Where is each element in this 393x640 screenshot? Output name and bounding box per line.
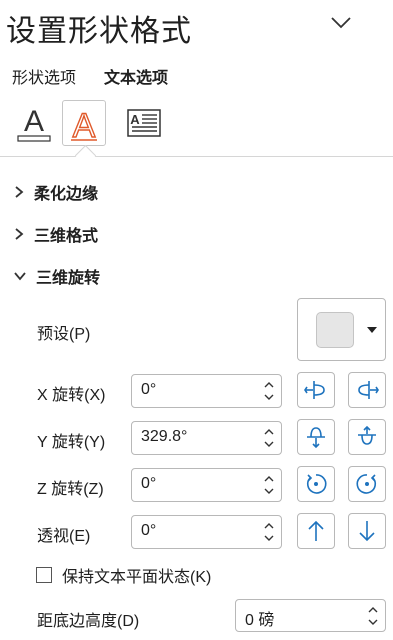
tab-divider <box>0 156 393 157</box>
x-rotation-label: X 旋转(X) <box>37 387 106 404</box>
spin-arrows-icon[interactable] <box>263 426 275 450</box>
dropdown-arrow-icon <box>367 327 377 333</box>
rotate-counterclockwise-icon <box>306 474 327 494</box>
perspective-increase-button[interactable] <box>297 513 335 549</box>
section-soft-edges[interactable]: 柔化边缘 <box>14 178 98 206</box>
section-3d-format[interactable]: 三维格式 <box>14 220 98 248</box>
rotate-clockwise-icon <box>356 474 377 494</box>
tab-text-options[interactable]: 文本选项 <box>104 64 168 88</box>
rotate-right-x-icon <box>358 381 379 399</box>
arrow-down-icon <box>359 521 375 542</box>
perspective-spinner[interactable]: 0° <box>131 515 282 549</box>
preset-swatch <box>316 312 354 348</box>
text-option-icon-tabs: A A A <box>12 100 182 150</box>
checkbox-box[interactable] <box>36 567 52 583</box>
keep-text-flat-checkbox[interactable]: 保持文本平面状态(K) <box>36 563 211 587</box>
rotate-down-y-icon <box>358 425 376 445</box>
preset-dropdown[interactable] <box>297 298 386 361</box>
x-rotation-value[interactable]: 0° <box>141 381 156 399</box>
perspective-label: 透视(E) <box>37 528 91 545</box>
pane-title: 设置形状格式 <box>6 15 192 48</box>
chevron-down-icon[interactable] <box>330 14 352 30</box>
text-fill-outline-tab[interactable]: A <box>12 100 56 146</box>
y-rotation-value[interactable]: 329.8° <box>141 428 187 446</box>
text-effects-tab[interactable]: A <box>62 100 106 146</box>
svg-text:A: A <box>130 112 140 127</box>
rotate-left-x-icon <box>304 381 325 399</box>
text-effects-icon: A <box>71 106 97 142</box>
z-rotation-label: Z 旋转(Z) <box>37 481 104 498</box>
y-rotation-label: Y 旋转(Y) <box>37 434 106 451</box>
z-rotation-value[interactable]: 0° <box>141 475 156 493</box>
y-rotation-spinner[interactable]: 329.8° <box>131 421 282 455</box>
chevron-right-icon <box>15 228 24 240</box>
svg-text:A: A <box>24 105 44 138</box>
z-rotation-spinner[interactable]: 0° <box>131 468 282 502</box>
perspective-decrease-button[interactable] <box>348 513 386 549</box>
y-rotate-down-button[interactable] <box>348 419 386 455</box>
tab-shape-options[interactable]: 形状选项 <box>12 64 76 88</box>
options-tabs: 形状选项 文本选项 <box>12 64 168 88</box>
rotate-up-y-icon <box>307 427 325 449</box>
spin-arrows-icon[interactable] <box>263 520 275 544</box>
textbox-icon: A <box>127 109 161 137</box>
section-3d-rotation[interactable]: 三维旋转 <box>14 262 100 290</box>
preset-label: 预设(P) <box>37 326 91 343</box>
chevron-right-icon <box>15 186 24 198</box>
perspective-value[interactable]: 0° <box>141 522 156 540</box>
distance-from-ground-label: 距底边高度(D) <box>37 613 140 630</box>
keep-text-flat-label: 保持文本平面状态(K) <box>62 569 212 586</box>
distance-from-ground-spinner[interactable]: 0 磅 <box>235 599 386 632</box>
chevron-down-icon <box>14 272 26 281</box>
format-shape-pane: 设置形状格式 形状选项 文本选项 A A A 柔化边缘 三维格式 三维旋转 预设… <box>0 0 393 640</box>
distance-from-ground-value[interactable]: 0 磅 <box>245 606 274 630</box>
x-rotate-left-button[interactable] <box>297 372 335 408</box>
section-3d-rotation-label: 三维旋转 <box>36 270 101 287</box>
svg-text:A: A <box>73 107 96 142</box>
textbox-tab[interactable]: A <box>122 100 166 146</box>
spin-arrows-icon[interactable] <box>367 604 379 628</box>
text-fill-outline-icon: A <box>17 105 51 142</box>
section-soft-edges-label: 柔化边缘 <box>34 186 99 203</box>
z-rotate-clockwise-button[interactable] <box>348 466 386 502</box>
spin-arrows-icon[interactable] <box>263 473 275 497</box>
x-rotate-right-button[interactable] <box>348 372 386 408</box>
y-rotate-up-button[interactable] <box>297 419 335 455</box>
section-3d-format-label: 三维格式 <box>34 228 99 245</box>
arrow-up-icon <box>308 520 324 541</box>
spin-arrows-icon[interactable] <box>263 379 275 403</box>
x-rotation-spinner[interactable]: 0° <box>131 374 282 408</box>
z-rotate-counterclockwise-button[interactable] <box>297 466 335 502</box>
